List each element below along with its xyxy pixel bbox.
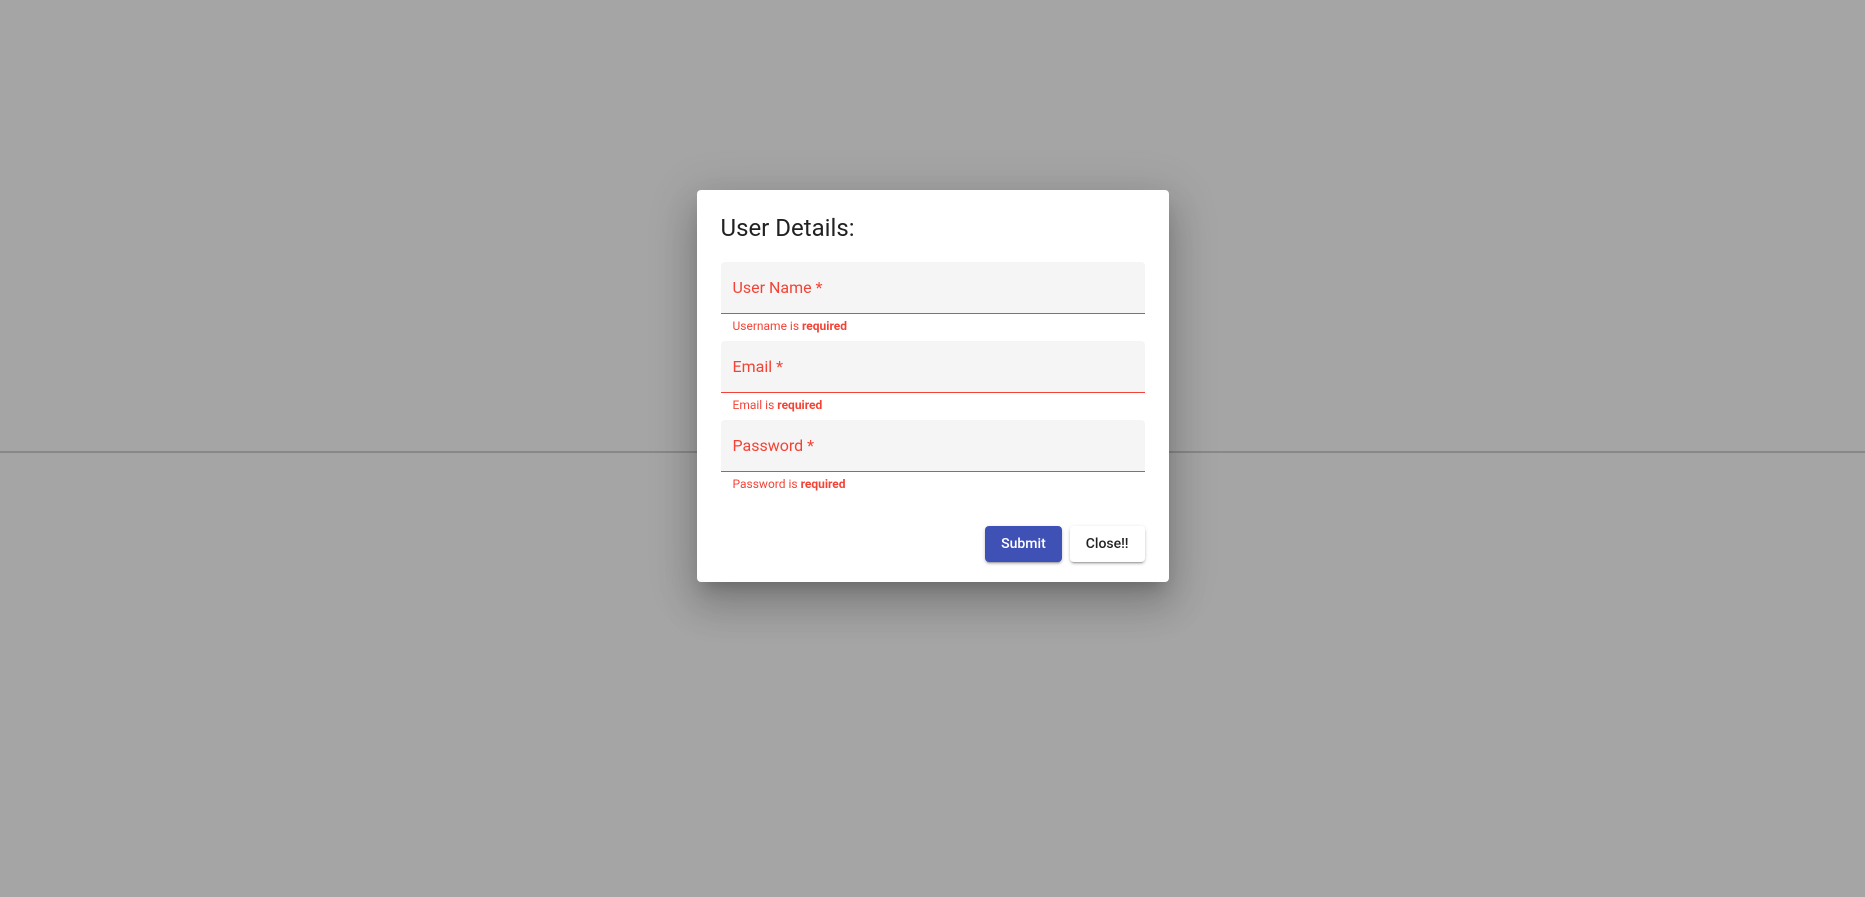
dialog-title: User Details: [721,214,1145,242]
email-field: Email * Email is required [721,341,1145,420]
email-input[interactable] [721,341,1145,392]
username-field: User Name * Username is required [721,262,1145,341]
username-input-wrap[interactable]: User Name * [721,262,1145,314]
email-error-prefix: Email is [733,398,778,412]
username-error-hint: Username is required [721,314,1145,341]
email-error-hint: Email is required [721,393,1145,420]
close-button[interactable]: Close!! [1070,526,1145,562]
password-field: Password * Password is required [721,420,1145,499]
password-input-wrap[interactable]: Password * [721,420,1145,472]
username-error-strong: required [802,319,847,333]
password-error-prefix: Password is [733,477,801,491]
password-error-strong: required [801,477,846,491]
username-input[interactable] [721,262,1145,313]
password-input[interactable] [721,420,1145,471]
password-error-hint: Password is required [721,472,1145,499]
username-error-prefix: Username is [733,319,803,333]
user-details-dialog: User Details: User Name * Username is re… [697,190,1169,582]
dialog-actions: Submit Close!! [721,526,1145,562]
email-input-wrap[interactable]: Email * [721,341,1145,393]
submit-button[interactable]: Submit [985,526,1062,562]
email-error-strong: required [777,398,822,412]
